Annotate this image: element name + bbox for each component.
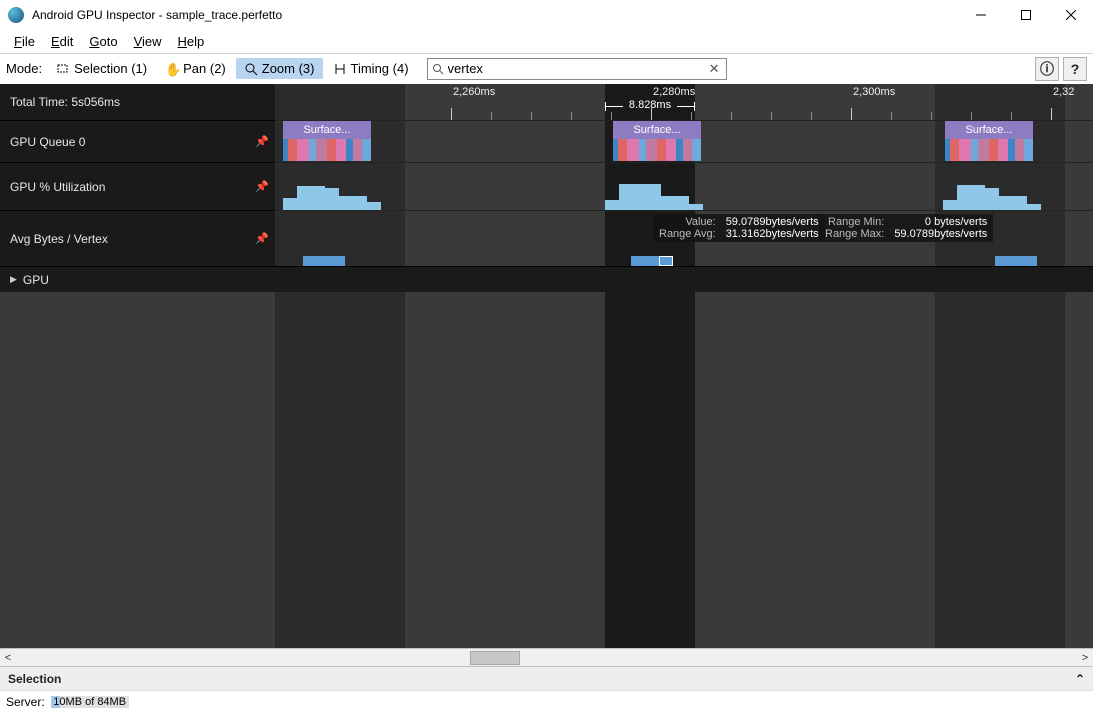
mode-zoom-label: Zoom (3) xyxy=(262,61,315,76)
menu-help[interactable]: Help xyxy=(170,31,213,52)
server-label: Server: xyxy=(6,695,45,709)
scrollbar-thumb[interactable] xyxy=(470,651,520,665)
mode-timing-label: Timing (4) xyxy=(351,61,409,76)
selection-range-indicator: 8.828ms xyxy=(605,84,695,120)
mode-zoom-button[interactable]: Zoom (3) xyxy=(236,58,323,79)
surface-block[interactable]: Surface... xyxy=(283,121,371,161)
timeline[interactable]: Total Time: 5s056ms 4ms 2,260ms 2,280ms … xyxy=(0,84,1093,648)
help-button[interactable]: ? xyxy=(1063,57,1087,81)
mode-pan-button[interactable]: ✋ Pan (2) xyxy=(157,58,234,79)
question-icon: ? xyxy=(1071,61,1080,77)
track-label-gpu-queue[interactable]: GPU Queue 0 📌 xyxy=(0,120,275,162)
mode-selection-label: Selection (1) xyxy=(74,61,147,76)
track-group-gpu[interactable]: ▶ GPU xyxy=(0,266,1093,292)
total-time-label: Total Time: 5s056ms 4ms xyxy=(0,84,275,120)
window-titlebar: Android GPU Inspector - sample_trace.per… xyxy=(0,0,1093,30)
mode-selection-button[interactable]: Selection (1) xyxy=(48,58,155,79)
scroll-left-icon[interactable]: < xyxy=(0,652,16,664)
search-icon xyxy=(432,63,444,75)
track-content-avg-bytes[interactable]: Value:59.0789bytes/verts Range Avg:31.31… xyxy=(275,210,1093,266)
menu-edit[interactable]: Edit xyxy=(43,31,81,52)
timing-icon xyxy=(333,62,347,76)
horizontal-scrollbar[interactable]: < > xyxy=(0,648,1093,666)
menu-goto[interactable]: Goto xyxy=(81,31,125,52)
mode-timing-button[interactable]: Timing (4) xyxy=(325,58,417,79)
scrollbar-track[interactable] xyxy=(16,650,1077,666)
ruler-track[interactable]: 2,260ms 2,280ms 2,300ms 2,32 8.828ms xyxy=(275,84,1093,120)
memory-usage: 10MB of 84MB xyxy=(51,696,129,708)
selection-icon xyxy=(56,62,70,76)
zoom-icon xyxy=(244,62,258,76)
selection-title: Selection xyxy=(8,672,61,686)
window-controls xyxy=(958,0,1093,30)
window-title: Android GPU Inspector - sample_trace.per… xyxy=(32,8,958,22)
scroll-right-icon[interactable]: > xyxy=(1077,652,1093,664)
timeline-empty[interactable] xyxy=(0,292,1093,648)
surface-block[interactable]: Surface... xyxy=(945,121,1033,161)
track-gpu-util: GPU % Utilization 📌 xyxy=(0,162,1093,210)
clear-search-icon[interactable]: ✕ xyxy=(707,61,722,77)
pin-icon[interactable]: 📌 xyxy=(255,135,269,148)
track-content-gpu-queue[interactable]: Surface... Surface... Surface... xyxy=(275,120,1093,162)
track-avg-bytes: Avg Bytes / Vertex 📌 Value:59.0789bytes/… xyxy=(0,210,1093,266)
track-label-gpu-util[interactable]: GPU % Utilization 📌 xyxy=(0,162,275,210)
selection-panel-header[interactable]: Selection ⌃ xyxy=(0,666,1093,690)
search-input[interactable] xyxy=(444,61,707,76)
pin-icon[interactable]: 📌 xyxy=(255,232,269,245)
chevron-up-icon[interactable]: ⌃ xyxy=(1075,672,1085,686)
menubar: File Edit Goto View Help xyxy=(0,30,1093,54)
maximize-button[interactable] xyxy=(1003,0,1048,30)
toolbar-right: ⓘ ? xyxy=(1035,57,1087,81)
menu-view[interactable]: View xyxy=(126,31,170,52)
value-tooltip: Value:59.0789bytes/verts Range Avg:31.31… xyxy=(653,214,825,242)
mode-label: Mode: xyxy=(6,61,42,76)
status-bar: Server: 10MB of 84MB xyxy=(0,690,1093,712)
track-label-avg-bytes[interactable]: Avg Bytes / Vertex 📌 xyxy=(0,210,275,266)
info-icon: ⓘ xyxy=(1040,59,1054,79)
search-box[interactable]: ✕ xyxy=(427,58,727,80)
menu-file[interactable]: File xyxy=(6,31,43,52)
chevron-right-icon[interactable]: ▶ xyxy=(10,274,17,285)
surface-block[interactable]: Surface... xyxy=(613,121,701,161)
app-icon xyxy=(8,7,24,23)
mode-pan-label: Pan (2) xyxy=(183,61,226,76)
track-content-gpu-util[interactable] xyxy=(275,162,1093,210)
toolbar: Mode: Selection (1) ✋ Pan (2) Zoom (3) T… xyxy=(0,54,1093,84)
close-button[interactable] xyxy=(1048,0,1093,30)
track-gpu-queue: GPU Queue 0 📌 Surface... Surface... Surf… xyxy=(0,120,1093,162)
hand-icon: ✋ xyxy=(165,62,179,76)
minimize-button[interactable] xyxy=(958,0,1003,30)
memory-text: 10MB of 84MB xyxy=(51,696,129,708)
range-tooltip: Range Min:0 bytes/verts Range Max:59.078… xyxy=(819,214,993,242)
pin-icon[interactable]: 📌 xyxy=(255,180,269,193)
info-button[interactable]: ⓘ xyxy=(1035,57,1059,81)
ruler-row: Total Time: 5s056ms 4ms 2,260ms 2,280ms … xyxy=(0,84,1093,120)
